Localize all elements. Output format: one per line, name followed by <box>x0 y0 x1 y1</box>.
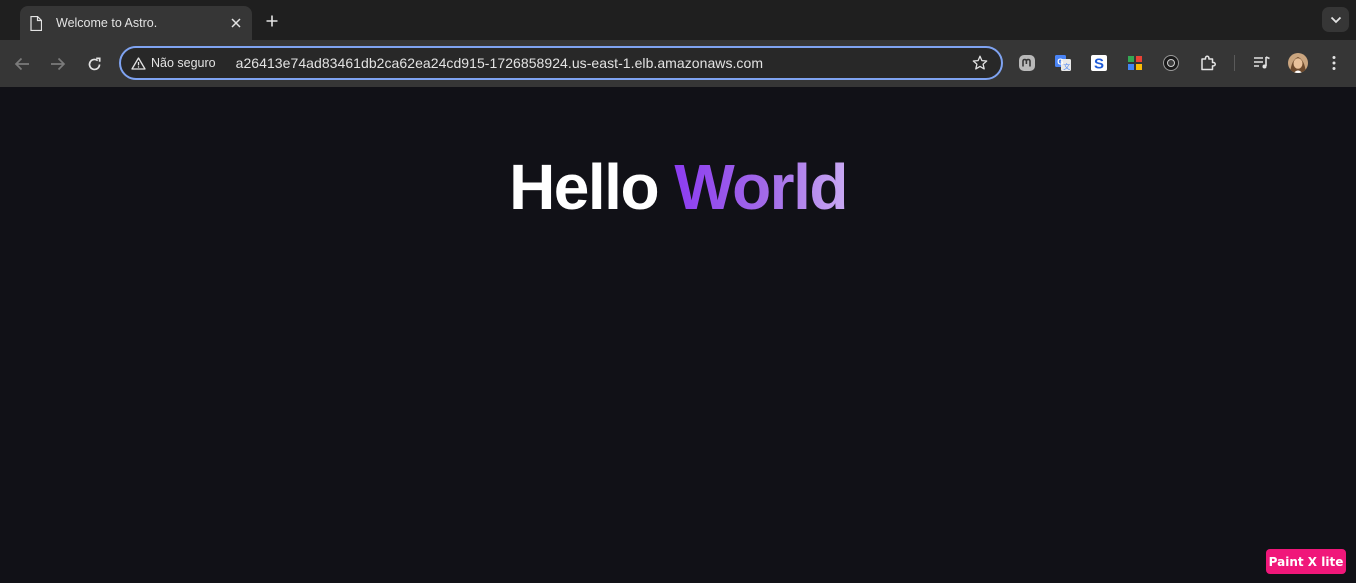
headline-world: World <box>674 151 848 223</box>
page-icon <box>30 15 44 31</box>
svg-text:文: 文 <box>1063 62 1070 71</box>
forward-button[interactable] <box>44 50 72 78</box>
back-button[interactable] <box>8 50 36 78</box>
back-arrow-icon <box>14 57 29 71</box>
address-bar[interactable]: Não seguro a26413e74ad83461db2ca62ea24cd… <box>119 46 1003 80</box>
star-icon <box>972 55 988 70</box>
security-label: Não seguro <box>151 56 216 70</box>
paint-x-lite-badge[interactable]: Paint X lite <box>1266 549 1346 574</box>
media-controls-icon[interactable] <box>1250 51 1274 75</box>
close-tab-icon[interactable] <box>225 12 247 34</box>
page-headline: Hello World <box>0 149 1356 225</box>
plus-icon <box>266 15 278 27</box>
mastodon-icon[interactable] <box>1015 51 1039 75</box>
puzzle-icon[interactable] <box>1196 51 1220 75</box>
forward-arrow-icon <box>51 57 66 71</box>
chevron-down-icon <box>1330 16 1341 23</box>
menu-kebab-icon[interactable] <box>1322 51 1346 75</box>
reload-icon <box>88 56 101 70</box>
toolbar-divider <box>1234 55 1235 71</box>
avatar[interactable] <box>1286 51 1310 75</box>
bookmark-star-button[interactable] <box>967 50 993 76</box>
new-tab-button[interactable] <box>260 9 284 33</box>
svg-text:S: S <box>1094 56 1104 73</box>
tab-strip: Welcome to Astro. <box>0 0 1356 40</box>
google-translate-icon[interactable]: G 文 <box>1051 51 1075 75</box>
tab-title: Welcome to Astro. <box>56 16 158 30</box>
warning-icon <box>131 56 146 70</box>
security-chip[interactable]: Não seguro <box>125 50 222 76</box>
headline-hello: Hello <box>509 151 659 223</box>
browser-toolbar: Não seguro a26413e74ad83461db2ca62ea24cd… <box>0 40 1356 87</box>
color-picker-icon[interactable] <box>1123 51 1147 75</box>
tab-active[interactable]: Welcome to Astro. <box>20 6 252 40</box>
page-content: Hello World <box>0 87 1356 583</box>
s-extension-icon[interactable]: S <box>1087 51 1111 75</box>
dark-mode-icon[interactable] <box>1159 51 1183 75</box>
url-text[interactable]: a26413e74ad83461db2ca62ea24cd915-1726858… <box>236 55 967 71</box>
reload-button[interactable] <box>80 50 108 78</box>
tab-search-button[interactable] <box>1322 7 1349 32</box>
